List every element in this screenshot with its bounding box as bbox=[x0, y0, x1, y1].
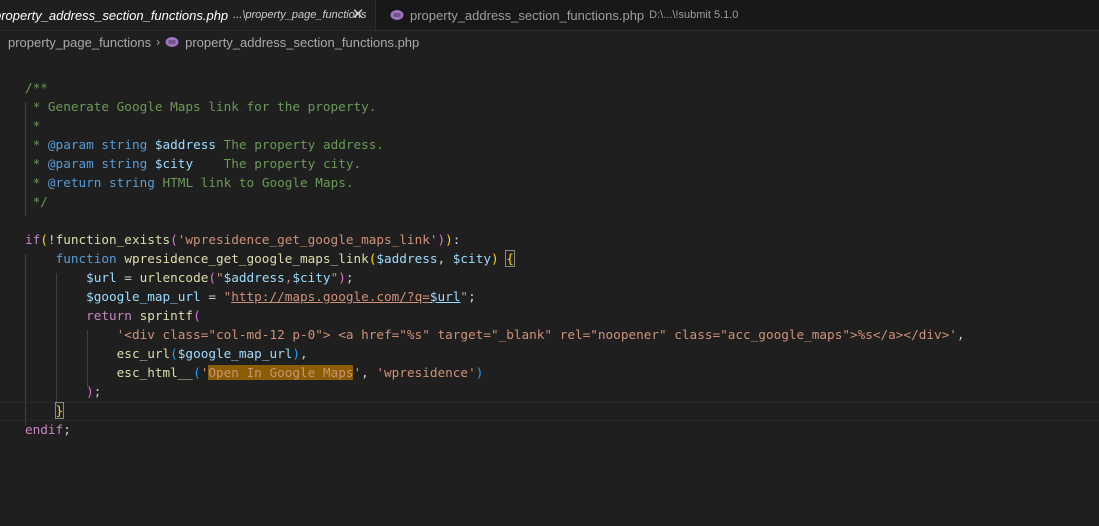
breadcrumb: property_page_functions › property_addre… bbox=[0, 31, 1099, 53]
tab-label: property_address_section_functions.php bbox=[0, 7, 229, 23]
code-line: esc_url($google_map_url), bbox=[116, 346, 308, 361]
code-line: '<div class="col-md-12 p-0"> <a href="%s… bbox=[116, 327, 965, 342]
php-file-icon bbox=[165, 37, 179, 47]
php-file-icon bbox=[390, 10, 404, 20]
current-line-highlight bbox=[0, 402, 1099, 421]
code-line: */ bbox=[25, 194, 48, 209]
code-line: /** bbox=[25, 80, 48, 95]
code-url-link[interactable]: http://maps.google.com/?q= bbox=[231, 289, 430, 304]
code-line: * @param string $address The property ad… bbox=[25, 137, 385, 152]
code-line: * bbox=[25, 118, 41, 133]
code-line: $google_map_url = "http://maps.google.co… bbox=[86, 289, 476, 304]
code-line: esc_html__('Open In Google Maps', 'wpres… bbox=[116, 365, 484, 380]
code-editor[interactable]: /** * Generate Google Maps link for the … bbox=[0, 74, 1099, 526]
breadcrumb-folder[interactable]: property_page_functions bbox=[8, 35, 151, 50]
code-line: function wpresidence_get_google_maps_lin… bbox=[55, 250, 515, 267]
code-line: * @param string $city The property city. bbox=[25, 156, 362, 171]
code-line: return sprintf( bbox=[86, 308, 201, 323]
tab-label: property_address_section_functions.php bbox=[410, 7, 645, 23]
find-match-highlight: Open In Google Maps bbox=[208, 365, 354, 380]
tab-description: ...\property_page_functions bbox=[233, 9, 367, 21]
chevron-right-icon: › bbox=[156, 35, 161, 49]
breadcrumb-file[interactable]: property_address_section_functions.php bbox=[185, 35, 419, 50]
code-line: $url = urlencode("$address,$city"); bbox=[86, 270, 354, 285]
tab-bar: property_address_section_functions.php .… bbox=[0, 0, 1099, 31]
tab-property-address-section-functions-submit[interactable]: property_address_section_functions.php D… bbox=[376, 0, 739, 30]
code-line: endif; bbox=[25, 422, 71, 437]
code-line: * @return string HTML link to Google Map… bbox=[25, 175, 354, 190]
close-icon[interactable]: ✕ bbox=[350, 7, 366, 23]
code-line: if(!function_exists('wpresidence_get_goo… bbox=[25, 232, 461, 247]
code-line: ); bbox=[86, 384, 102, 399]
tab-description: D:\...\!submit 5.1.0 bbox=[649, 9, 739, 21]
code-line: * Generate Google Maps link for the prop… bbox=[25, 99, 377, 114]
code-line: } bbox=[54, 402, 65, 419]
tab-property-address-section-functions-active[interactable]: property_address_section_functions.php .… bbox=[0, 0, 376, 30]
